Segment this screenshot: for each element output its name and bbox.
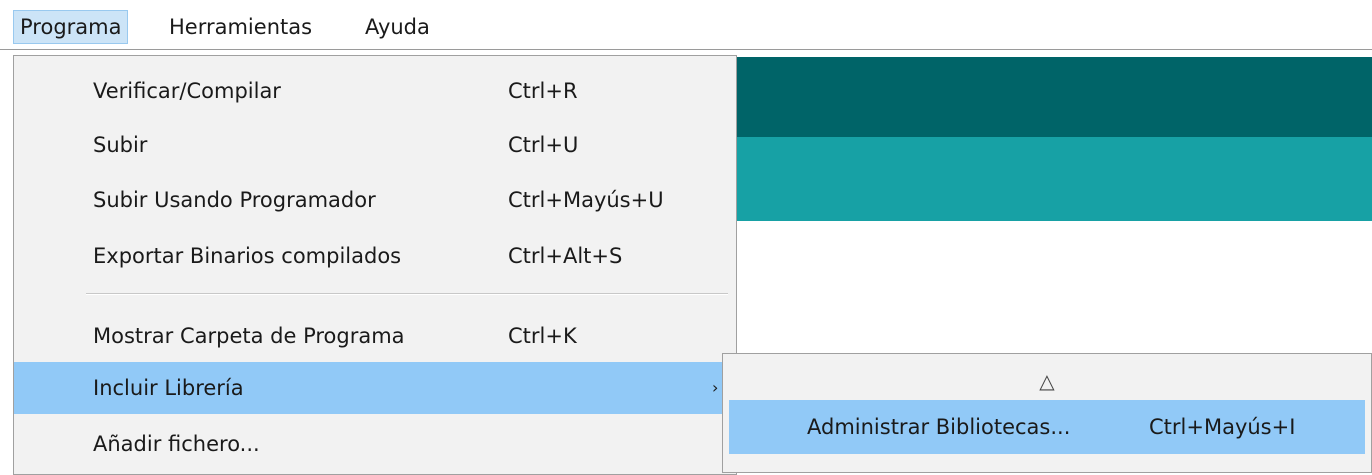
chevron-right-icon: ›	[712, 378, 719, 397]
editor-tab-band	[737, 137, 1372, 221]
menu-item-shortcut: Ctrl+K	[508, 324, 577, 348]
menu-ayuda[interactable]: Ayuda	[359, 10, 436, 44]
menu-item-label: Mostrar Carpeta de Programa	[93, 324, 405, 348]
menu-item-label: Exportar Binarios compilados	[93, 244, 402, 268]
menu-bar: Programa Herramientas Ayuda	[0, 0, 1372, 50]
menu-item-label: Incluir Librería	[93, 376, 244, 400]
menu-item-shortcut: Ctrl+U	[508, 133, 579, 157]
editor-toolbar-band	[737, 57, 1372, 137]
menu-item-subir-usando-programador[interactable]: Subir Usando Programador Ctrl+Mayús+U	[14, 174, 736, 226]
menu-item-label: Verificar/Compilar	[93, 79, 281, 103]
menu-item-mostrar-carpeta[interactable]: Mostrar Carpeta de Programa Ctrl+K	[14, 310, 736, 362]
menu-herramientas[interactable]: Herramientas	[163, 10, 318, 44]
menu-item-label: Subir	[93, 133, 148, 157]
menu-programa[interactable]: Programa	[13, 10, 129, 44]
menu-item-shortcut: Ctrl+Mayús+I	[1149, 415, 1296, 439]
menu-item-verificar-compilar[interactable]: Verificar/Compilar Ctrl+R	[14, 65, 736, 117]
scroll-up-arrow-icon[interactable]: △	[723, 364, 1371, 398]
menu-separator	[86, 293, 728, 295]
menu-item-shortcut: Ctrl+R	[508, 79, 578, 103]
menu-item-shortcut: Ctrl+Alt+S	[508, 244, 623, 268]
menu-item-label: Añadir fichero...	[93, 432, 260, 456]
menu-item-label: Subir Usando Programador	[93, 188, 376, 212]
programa-dropdown-menu: Verificar/Compilar Ctrl+R Subir Ctrl+U S…	[13, 55, 737, 475]
menu-item-subir[interactable]: Subir Ctrl+U	[14, 119, 736, 171]
menu-item-shortcut: Ctrl+Mayús+U	[508, 188, 664, 212]
menu-item-anadir-fichero[interactable]: Añadir fichero...	[14, 418, 736, 470]
menu-item-exportar-binarios[interactable]: Exportar Binarios compilados Ctrl+Alt+S	[14, 230, 736, 282]
menu-item-administrar-bibliotecas[interactable]: Administrar Bibliotecas... Ctrl+Mayús+I	[729, 400, 1365, 454]
menu-item-incluir-libreria[interactable]: Incluir Librería ›	[14, 362, 736, 414]
incluir-libreria-submenu: △ Administrar Bibliotecas... Ctrl+Mayús+…	[722, 353, 1372, 473]
menu-item-label: Administrar Bibliotecas...	[807, 415, 1071, 439]
